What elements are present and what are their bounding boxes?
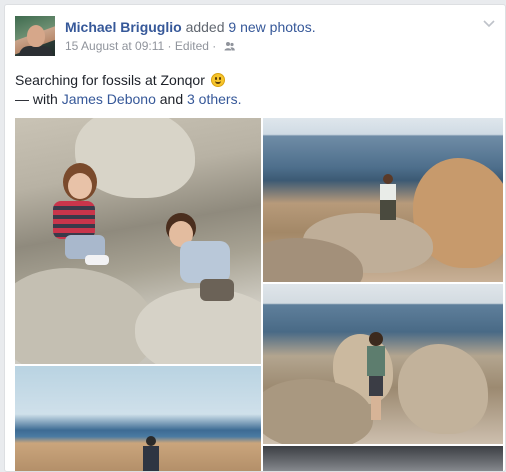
child-head (383, 174, 393, 184)
smile-emoji-icon (210, 73, 225, 87)
post-status: Searching for fossils at Zonqor — with J… (15, 71, 241, 109)
child-shirt (380, 184, 396, 200)
with-line: — with James Debono and 3 others. (15, 90, 241, 109)
status-line: Searching for fossils at Zonqor (15, 71, 241, 90)
man-shirt (143, 446, 159, 471)
new-photos-link[interactable]: 9 new photos. (228, 19, 315, 35)
boy-shorts (200, 279, 234, 301)
photo-3[interactable] (263, 284, 503, 444)
girl-shoe (85, 255, 109, 265)
girl-face (68, 173, 92, 199)
meta-separator: · (167, 39, 175, 53)
boy-shirt (367, 346, 385, 376)
rock (398, 344, 488, 434)
others-link[interactable]: 3 others. (187, 91, 241, 107)
edited-link[interactable]: Edited (175, 39, 209, 53)
author-avatar[interactable] (15, 16, 55, 56)
photo-4[interactable] (15, 366, 261, 471)
man-figure (141, 436, 161, 471)
with-prefix: — with (15, 91, 58, 107)
photo-1[interactable] (15, 118, 261, 364)
photo-2[interactable] (263, 118, 503, 282)
boy-shirt (180, 241, 230, 283)
avatar-shirt (19, 46, 53, 56)
boy-figure (150, 213, 240, 323)
boy-legs (371, 396, 381, 420)
girl-figure (45, 163, 115, 273)
child-figure (375, 174, 401, 222)
boy-head (369, 332, 383, 346)
tagged-person-link[interactable]: James Debono (62, 91, 156, 107)
girl-shirt (53, 201, 95, 239)
post-verb: added (185, 19, 225, 35)
boy-figure (363, 332, 389, 422)
boy-shorts (369, 376, 383, 396)
post-timestamp-link[interactable]: 15 August at 09:11 (65, 39, 164, 53)
chevron-down-icon[interactable] (483, 16, 495, 31)
and-text: and (159, 91, 184, 107)
child-legs (380, 200, 396, 220)
avatar-face (27, 25, 45, 47)
rock (15, 268, 155, 364)
author-name-link[interactable]: Michael Briguglio (65, 19, 182, 35)
feed-post: Michael Briguglio added 9 new photos. 15… (4, 4, 506, 472)
post-meta: 15 August at 09:11 · Edited · (65, 39, 235, 53)
status-text: Searching for fossils at Zonqor (15, 72, 205, 88)
post-header: Michael Briguglio added 9 new photos. 15… (15, 16, 495, 62)
friends-icon[interactable] (224, 41, 235, 51)
photo-5[interactable] (263, 446, 503, 471)
man-head (146, 436, 156, 446)
meta-separator: · (212, 39, 217, 53)
post-title-line: Michael Briguglio added 9 new photos. (65, 19, 316, 35)
